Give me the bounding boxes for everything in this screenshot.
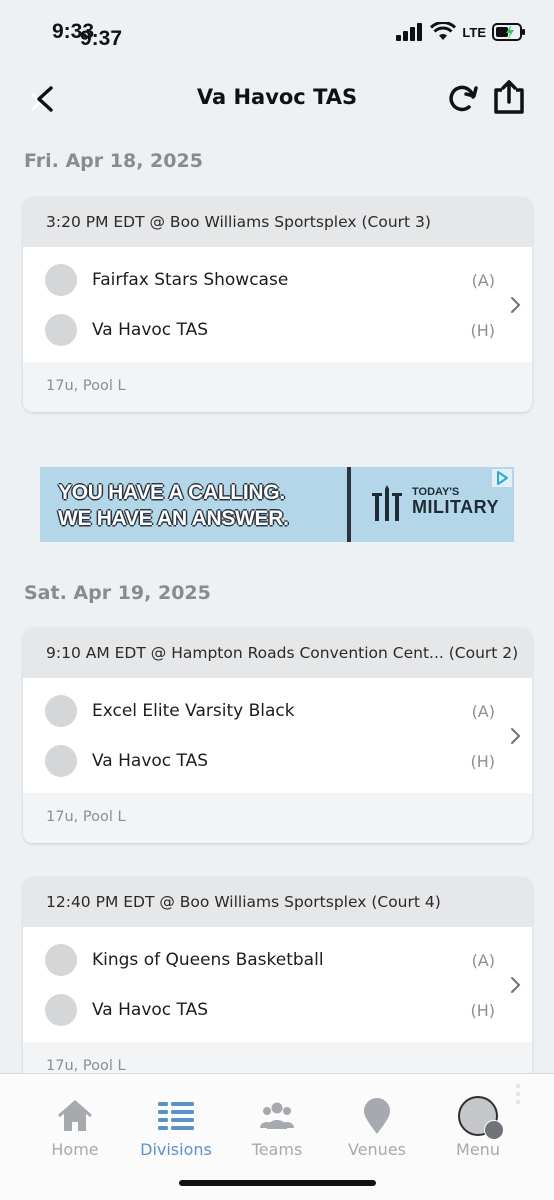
tab-label: Teams xyxy=(251,1140,303,1159)
game-card[interactable]: 12:40 PM EDT @ Boo Williams Sportsplex (… xyxy=(23,877,532,1092)
home-icon xyxy=(58,1100,92,1131)
team-side: (A) xyxy=(471,702,495,721)
game-teams: Kings of Queens Basketball (A) Va Havoc … xyxy=(23,927,532,1042)
tab-label: Home xyxy=(51,1140,99,1159)
division-pool: 17u, Pool L xyxy=(23,793,532,843)
game-card[interactable]: 9:10 AM EDT @ Hampton Roads Convention C… xyxy=(23,628,532,843)
nav-header: Va Havoc TAS xyxy=(0,70,554,126)
share-button[interactable] xyxy=(490,78,528,118)
ad-banner[interactable]: YOU HAVE A CALLING. WE HAVE AN ANSWER. T… xyxy=(40,467,514,542)
team-row-home: Va Havoc TAS (H) xyxy=(23,305,532,355)
ad-headline-2: WE HAVE AN ANSWER. xyxy=(58,507,289,530)
tab-venues[interactable]: Venues xyxy=(327,1096,427,1159)
division-pool: 17u, Pool L xyxy=(23,362,532,412)
ad-headline-1: YOU HAVE A CALLING. xyxy=(58,481,285,504)
tab-label: Venues xyxy=(347,1140,406,1159)
team-name: Va Havoc TAS xyxy=(92,320,209,340)
status-bar: 9:33 9:37 LTE xyxy=(0,0,554,58)
wifi-icon xyxy=(430,22,457,40)
game-card[interactable]: 3:20 PM EDT @ Boo Williams Sportsplex (C… xyxy=(23,197,532,412)
team-logo xyxy=(45,745,77,777)
team-name: Va Havoc TAS xyxy=(92,1000,209,1020)
avatar-menu-icon xyxy=(458,1096,504,1140)
tab-label: Divisions xyxy=(140,1140,212,1159)
team-name: Kings of Queens Basketball xyxy=(92,950,324,970)
location-pin-icon xyxy=(364,1098,390,1134)
status-time-overlay: 9:37 xyxy=(80,27,123,50)
team-row-away: Fairfax Stars Showcase (A) xyxy=(23,255,532,305)
refresh-button[interactable] xyxy=(444,80,482,118)
adchoices-icon[interactable] xyxy=(492,469,512,487)
ad-brand-large: MILITARY xyxy=(412,497,499,517)
refresh-icon xyxy=(449,85,478,112)
tab-menu[interactable]: Menu xyxy=(428,1096,528,1159)
game-teams: Excel Elite Varsity Black (A) Va Havoc T… xyxy=(23,678,532,793)
ad-divider xyxy=(347,467,351,542)
team-name: Excel Elite Varsity Black xyxy=(92,701,295,721)
tab-bar: Home Divisions Teams Venues Menu xyxy=(0,1073,554,1200)
team-name: Fairfax Stars Showcase xyxy=(92,270,289,290)
tab-label: Menu xyxy=(456,1140,500,1159)
battery-icon xyxy=(492,23,525,41)
home-indicator xyxy=(179,1180,376,1186)
team-logo xyxy=(45,264,77,296)
signal-icon xyxy=(396,23,423,41)
menu-badge-icon xyxy=(484,1120,504,1140)
team-side: (H) xyxy=(470,752,495,771)
chevron-right-icon xyxy=(511,297,521,313)
game-teams: Fairfax Stars Showcase (A) Va Havoc TAS … xyxy=(23,247,532,362)
ad-brand: TODAY'S MILITARY xyxy=(412,486,499,518)
team-row-away: Excel Elite Varsity Black (A) xyxy=(23,686,532,736)
team-name: Va Havoc TAS xyxy=(92,751,209,771)
status-icons: LTE xyxy=(396,22,526,42)
tab-teams[interactable]: Teams xyxy=(227,1096,327,1159)
team-logo xyxy=(45,994,77,1026)
team-logo xyxy=(45,314,77,346)
game-time-venue: 3:20 PM EDT @ Boo Williams Sportsplex (C… xyxy=(23,197,532,247)
screen: 9:33 9:37 LTE Va Havoc TAS Fri. Apr 18, … xyxy=(0,0,554,1200)
team-row-away: Kings of Queens Basketball (A) xyxy=(23,935,532,985)
military-logo-icon xyxy=(372,485,402,521)
list-icon xyxy=(158,1102,194,1130)
team-side: (A) xyxy=(471,951,495,970)
game-time-venue: 9:10 AM EDT @ Hampton Roads Convention C… xyxy=(23,628,532,678)
team-row-home: Va Havoc TAS (H) xyxy=(23,736,532,786)
network-type: LTE xyxy=(462,24,486,40)
tab-divisions[interactable]: Divisions xyxy=(126,1096,226,1159)
team-side: (H) xyxy=(470,1001,495,1020)
game-time-venue: 12:40 PM EDT @ Boo Williams Sportsplex (… xyxy=(23,877,532,927)
team-row-home: Va Havoc TAS (H) xyxy=(23,985,532,1035)
team-side: (A) xyxy=(471,271,495,290)
team-logo xyxy=(45,944,77,976)
share-icon xyxy=(494,80,524,114)
date-heading: Fri. Apr 18, 2025 xyxy=(24,150,203,172)
chevron-right-icon xyxy=(511,728,521,744)
tab-home[interactable]: Home xyxy=(25,1096,125,1159)
team-side: (H) xyxy=(470,321,495,340)
chevron-right-icon xyxy=(511,977,521,993)
people-icon xyxy=(260,1102,294,1129)
team-logo xyxy=(45,695,77,727)
date-heading: Sat. Apr 19, 2025 xyxy=(24,582,211,604)
